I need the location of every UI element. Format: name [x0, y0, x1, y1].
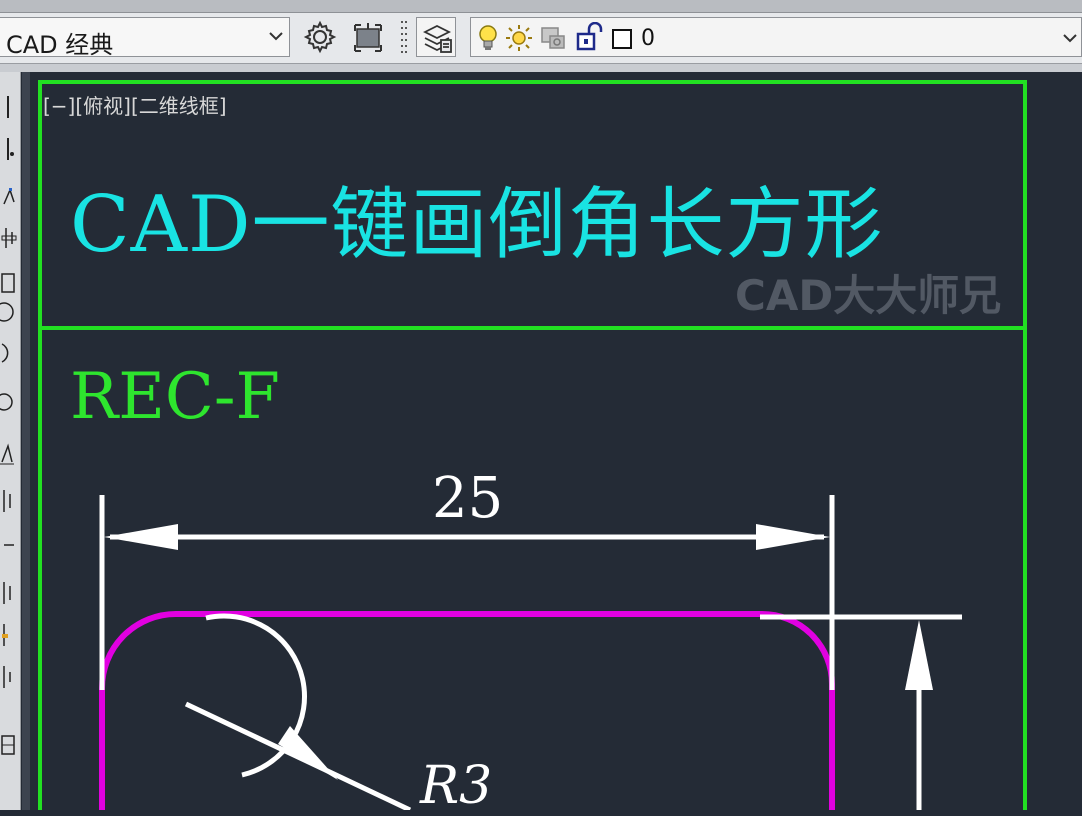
vertical-dim-arrow: [905, 620, 933, 690]
drawing-title: CAD一键画倒角长方形: [70, 180, 884, 270]
dim-arrow-left: [104, 524, 178, 550]
viewport-controls-label[interactable]: [−][俯视][二维线框]: [43, 90, 227, 119]
watermark: CAD大大师兄: [735, 271, 1002, 320]
radius-label: R3: [420, 756, 493, 816]
dimension-value: 25: [432, 466, 504, 531]
command-label: REC-F: [70, 360, 280, 434]
dim-arrow-right: [756, 524, 830, 550]
radius-leader: [184, 701, 412, 810]
